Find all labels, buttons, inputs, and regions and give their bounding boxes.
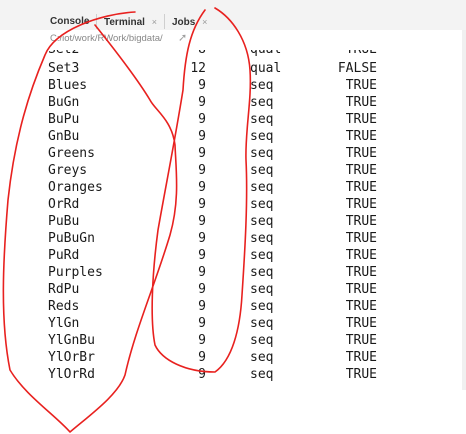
palette-colorblind: FALSE <box>337 61 377 76</box>
palette-maxcolors: 9 <box>198 299 206 314</box>
console-row: PuRd 9 seq TRUE <box>0 247 466 264</box>
console-row: Set3 12 qual FALSE <box>0 60 466 77</box>
palette-maxcolors: 9 <box>198 146 206 161</box>
console-row: RdPu 9 seq TRUE <box>0 281 466 298</box>
palette-colorblind: TRUE <box>345 367 377 382</box>
palette-colorblind: TRUE <box>345 231 377 246</box>
palette-name: YlGn <box>48 316 80 331</box>
palette-name: BuGn <box>48 95 80 110</box>
console-output: Set3 12 qual FALSE Blues 9 seq TRUE BuGn 9 seq TRUE… <box>0 0 466 434</box>
palette-category: seq <box>250 231 274 246</box>
palette-maxcolors: 9 <box>198 129 206 144</box>
palette-category: seq <box>250 197 274 212</box>
palette-colorblind: TRUE <box>345 316 377 331</box>
palette-maxcolors: 9 <box>198 214 206 229</box>
palette-category: seq <box>250 299 274 314</box>
palette-category: seq <box>250 248 274 263</box>
console-row: Reds 9 seq TRUE <box>0 298 466 315</box>
palette-category: seq <box>250 146 274 161</box>
palette-category: seq <box>250 350 274 365</box>
palette-maxcolors: 9 <box>198 248 206 263</box>
palette-maxcolors: 9 <box>198 333 206 348</box>
palette-colorblind: TRUE <box>345 78 377 93</box>
palette-colorblind: TRUE <box>345 282 377 297</box>
palette-maxcolors: 9 <box>198 350 206 365</box>
palette-colorblind: TRUE <box>345 350 377 365</box>
palette-colorblind: TRUE <box>345 197 377 212</box>
palette-maxcolors: 9 <box>198 265 206 280</box>
palette-maxcolors: 12 <box>190 61 206 76</box>
palette-name: YlOrBr <box>48 350 95 365</box>
palette-colorblind: TRUE <box>345 146 377 161</box>
palette-colorblind: TRUE <box>345 265 377 280</box>
palette-name: Reds <box>48 299 80 314</box>
palette-name: Blues <box>48 78 88 93</box>
console-row: YlGnBu 9 seq TRUE <box>0 332 466 349</box>
palette-colorblind: TRUE <box>345 214 377 229</box>
console-row: BuPu 9 seq TRUE <box>0 111 466 128</box>
console-row: Purples 9 seq TRUE <box>0 264 466 281</box>
palette-colorblind: TRUE <box>345 248 377 263</box>
palette-maxcolors: 9 <box>198 367 206 382</box>
palette-maxcolors: 9 <box>198 197 206 212</box>
console-row: PuBu 9 seq TRUE <box>0 213 466 230</box>
console-row: GnBu 9 seq TRUE <box>0 128 466 145</box>
palette-name: YlGnBu <box>48 333 95 348</box>
palette-name: Greys <box>48 163 88 178</box>
palette-name: PuRd <box>48 248 80 263</box>
palette-name: Purples <box>48 265 103 280</box>
palette-colorblind: TRUE <box>345 180 377 195</box>
console-row: YlOrBr 9 seq TRUE <box>0 349 466 366</box>
console-row: Greens 9 seq TRUE <box>0 145 466 162</box>
palette-category: seq <box>250 129 274 144</box>
palette-name: RdPu <box>48 282 80 297</box>
palette-maxcolors: 9 <box>198 112 206 127</box>
palette-name: BuPu <box>48 112 80 127</box>
palette-category: seq <box>250 265 274 280</box>
palette-maxcolors: 9 <box>198 78 206 93</box>
console-row: YlOrRd 9 seq TRUE <box>0 366 466 383</box>
palette-category: seq <box>250 333 274 348</box>
palette-colorblind: TRUE <box>345 299 377 314</box>
palette-name: Oranges <box>48 180 103 195</box>
palette-maxcolors: 9 <box>198 180 206 195</box>
palette-colorblind: TRUE <box>345 95 377 110</box>
console-row: YlGn 9 seq TRUE <box>0 315 466 332</box>
palette-category: seq <box>250 180 274 195</box>
console-row: Greys 9 seq TRUE <box>0 162 466 179</box>
palette-maxcolors: 9 <box>198 231 206 246</box>
palette-colorblind: TRUE <box>345 163 377 178</box>
palette-name: YlOrRd <box>48 367 95 382</box>
palette-name: Greens <box>48 146 95 161</box>
palette-name: PuBuGn <box>48 231 95 246</box>
palette-name: GnBu <box>48 129 80 144</box>
palette-colorblind: TRUE <box>345 112 377 127</box>
palette-category: seq <box>250 214 274 229</box>
palette-maxcolors: 9 <box>198 316 206 331</box>
console-row: PuBuGn 9 seq TRUE <box>0 230 466 247</box>
palette-category: seq <box>250 163 274 178</box>
palette-name: OrRd <box>48 197 80 212</box>
palette-category: seq <box>250 95 274 110</box>
palette-maxcolors: 9 <box>198 282 206 297</box>
palette-maxcolors: 9 <box>198 95 206 110</box>
palette-category: seq <box>250 282 274 297</box>
palette-colorblind: TRUE <box>345 333 377 348</box>
palette-category: seq <box>250 316 274 331</box>
palette-category: seq <box>250 367 274 382</box>
palette-name: Set3 <box>48 61 80 76</box>
palette-name: PuBu <box>48 214 80 229</box>
palette-category: seq <box>250 78 274 93</box>
palette-category: qual <box>250 61 282 76</box>
palette-colorblind: TRUE <box>345 129 377 144</box>
console-row: Oranges 9 seq TRUE <box>0 179 466 196</box>
palette-maxcolors: 9 <box>198 163 206 178</box>
console-row: Blues 9 seq TRUE <box>0 77 466 94</box>
console-row: OrRd 9 seq TRUE <box>0 196 466 213</box>
console-row: BuGn 9 seq TRUE <box>0 94 466 111</box>
palette-category: seq <box>250 112 274 127</box>
